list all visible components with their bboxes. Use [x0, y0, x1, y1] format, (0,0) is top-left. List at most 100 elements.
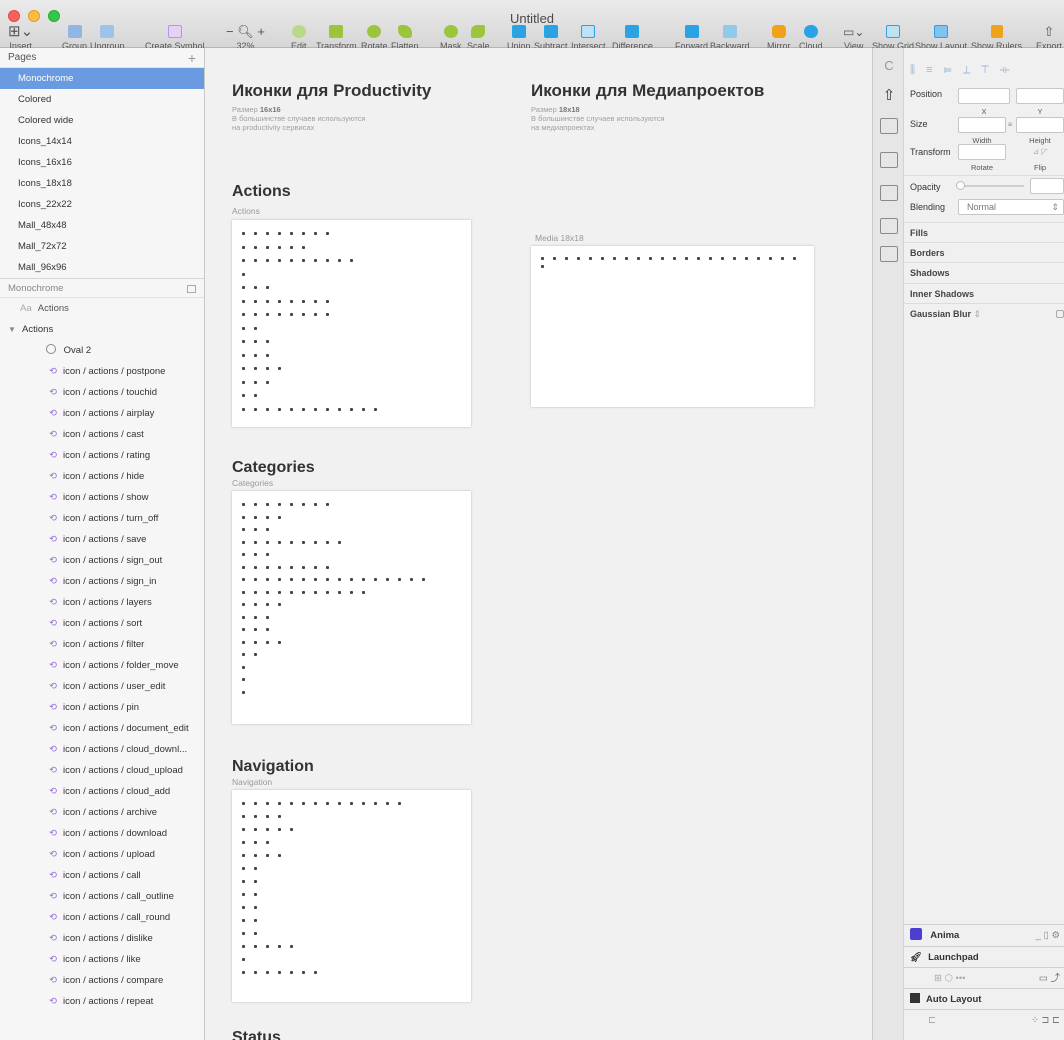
- symbol-layer[interactable]: ⟲ icon / actions / save: [0, 529, 204, 550]
- lock-icon[interactable]: 🔒︎: [1008, 119, 1012, 129]
- icon-glyph[interactable]: [242, 615, 245, 619]
- icon-glyph[interactable]: [697, 257, 700, 260]
- icon-glyph[interactable]: [302, 503, 305, 506]
- icon-glyph[interactable]: [374, 407, 377, 411]
- symbol-layer[interactable]: ⟲ icon / actions / archive: [0, 802, 204, 823]
- icon-glyph[interactable]: [266, 640, 269, 644]
- icon-glyph[interactable]: [290, 971, 293, 974]
- icon-glyph[interactable]: [266, 945, 269, 948]
- icon-glyph[interactable]: [254, 802, 257, 805]
- auto-layout-row[interactable]: Auto Layout: [904, 988, 1064, 1009]
- icon-glyph[interactable]: [254, 528, 257, 531]
- symbol-layer[interactable]: ⟲ icon / actions / turn_off: [0, 508, 204, 529]
- icon-glyph[interactable]: [637, 257, 640, 260]
- icon-glyph[interactable]: [254, 286, 257, 289]
- icon-glyph[interactable]: [326, 232, 329, 235]
- icon-glyph[interactable]: [278, 313, 281, 316]
- icon-glyph[interactable]: [254, 578, 257, 581]
- icon-glyph[interactable]: [326, 503, 329, 506]
- inner-shadows-section[interactable]: Inner Shadows: [904, 283, 1064, 303]
- icon-glyph[interactable]: [290, 503, 293, 506]
- symbol-layer[interactable]: ⟲ icon / actions / sign_out: [0, 550, 204, 571]
- icon-glyph[interactable]: [302, 407, 305, 411]
- icon-glyph[interactable]: [781, 257, 784, 260]
- height-field[interactable]: [1016, 117, 1064, 133]
- page-item[interactable]: Mall_96x96: [0, 257, 204, 278]
- icon-glyph[interactable]: [362, 407, 365, 411]
- symbol-layer[interactable]: ⟲ icon / actions / compare: [0, 970, 204, 991]
- auto-layout-tools[interactable]: ⊏ ⁘ ⊐ ⊏: [904, 1009, 1064, 1031]
- icon-glyph[interactable]: [278, 854, 281, 857]
- icon-glyph[interactable]: [302, 232, 305, 235]
- icon-glyph[interactable]: [278, 259, 281, 262]
- icon-glyph[interactable]: [254, 615, 257, 619]
- icon-glyph[interactable]: [254, 867, 257, 870]
- align-icons[interactable]: ⫼ ≡ ⊨ ⊥ ⊤ ⟛: [910, 64, 1014, 77]
- icon-glyph[interactable]: [362, 578, 365, 581]
- icon-glyph[interactable]: [338, 590, 341, 594]
- icon-glyph[interactable]: [314, 232, 317, 235]
- icon-glyph[interactable]: [242, 690, 245, 694]
- icon-glyph[interactable]: [613, 257, 616, 260]
- icon-glyph[interactable]: [278, 828, 281, 831]
- icon-glyph[interactable]: [254, 407, 257, 411]
- icon-glyph[interactable]: [422, 578, 425, 581]
- page-item[interactable]: Icons_16x16: [0, 152, 204, 173]
- page-item[interactable]: Icons_18x18: [0, 173, 204, 194]
- icon-glyph[interactable]: [254, 299, 257, 303]
- icon-glyph[interactable]: [266, 828, 269, 831]
- disclosure-triangle-icon[interactable]: ▼: [8, 325, 16, 334]
- icon-glyph[interactable]: [266, 503, 269, 506]
- icon-glyph[interactable]: [278, 565, 281, 569]
- icon-glyph[interactable]: [302, 540, 305, 544]
- icon-glyph[interactable]: [242, 590, 245, 594]
- icon-glyph[interactable]: [326, 407, 329, 411]
- oval-layer[interactable]: Oval 2: [0, 340, 204, 361]
- icon-glyph[interactable]: [278, 299, 281, 303]
- icon-glyph[interactable]: [242, 893, 245, 896]
- icon-glyph[interactable]: [290, 313, 293, 316]
- categories-artboard[interactable]: [232, 491, 471, 724]
- icon-glyph[interactable]: [254, 640, 257, 644]
- craft-icon[interactable]: C: [880, 58, 898, 74]
- icon-glyph[interactable]: [350, 802, 353, 805]
- rotate-field[interactable]: [958, 144, 1006, 160]
- icon-glyph[interactable]: [242, 665, 245, 669]
- icon-glyph[interactable]: [266, 854, 269, 857]
- icon-glyph[interactable]: [254, 540, 257, 544]
- icon-glyph[interactable]: [302, 245, 305, 249]
- opacity-field[interactable]: [1030, 178, 1064, 194]
- icon-glyph[interactable]: [266, 553, 269, 556]
- icon-glyph[interactable]: [314, 590, 317, 594]
- symbol-layer[interactable]: ⟲ icon / actions / folder_move: [0, 655, 204, 676]
- icon-glyph[interactable]: [242, 232, 245, 235]
- icon-glyph[interactable]: [254, 313, 257, 316]
- symbol-layer[interactable]: ⟲ icon / actions / download: [0, 823, 204, 844]
- fills-section[interactable]: Fills: [904, 222, 1064, 242]
- icon-glyph[interactable]: [254, 603, 257, 606]
- shadows-section[interactable]: Shadows: [904, 262, 1064, 282]
- icon-glyph[interactable]: [242, 245, 245, 249]
- icon-glyph[interactable]: [338, 578, 341, 581]
- icon-glyph[interactable]: [338, 407, 341, 411]
- icon-glyph[interactable]: [266, 802, 269, 805]
- upload-icon[interactable]: ⇧: [880, 86, 898, 104]
- blur-checkbox[interactable]: [1056, 310, 1064, 318]
- icon-glyph[interactable]: [242, 640, 245, 644]
- icon-glyph[interactable]: [254, 367, 257, 370]
- icon-glyph[interactable]: [314, 565, 317, 569]
- actions-artboard[interactable]: [232, 220, 471, 427]
- icon-glyph[interactable]: [254, 828, 257, 831]
- icon-glyph[interactable]: [242, 259, 245, 262]
- icon-glyph[interactable]: [338, 259, 341, 262]
- icon-glyph[interactable]: [326, 590, 329, 594]
- icon-glyph[interactable]: [254, 340, 257, 343]
- icon-glyph[interactable]: [266, 590, 269, 594]
- icon-glyph[interactable]: [589, 257, 592, 260]
- icon-glyph[interactable]: [242, 380, 245, 384]
- icon-glyph[interactable]: [386, 578, 389, 581]
- icon-glyph[interactable]: [242, 815, 245, 818]
- blending-select[interactable]: Normal ⇕: [958, 199, 1064, 215]
- icon-glyph[interactable]: [242, 340, 245, 343]
- symbol-layer[interactable]: ⟲ icon / actions / cloud_add: [0, 781, 204, 802]
